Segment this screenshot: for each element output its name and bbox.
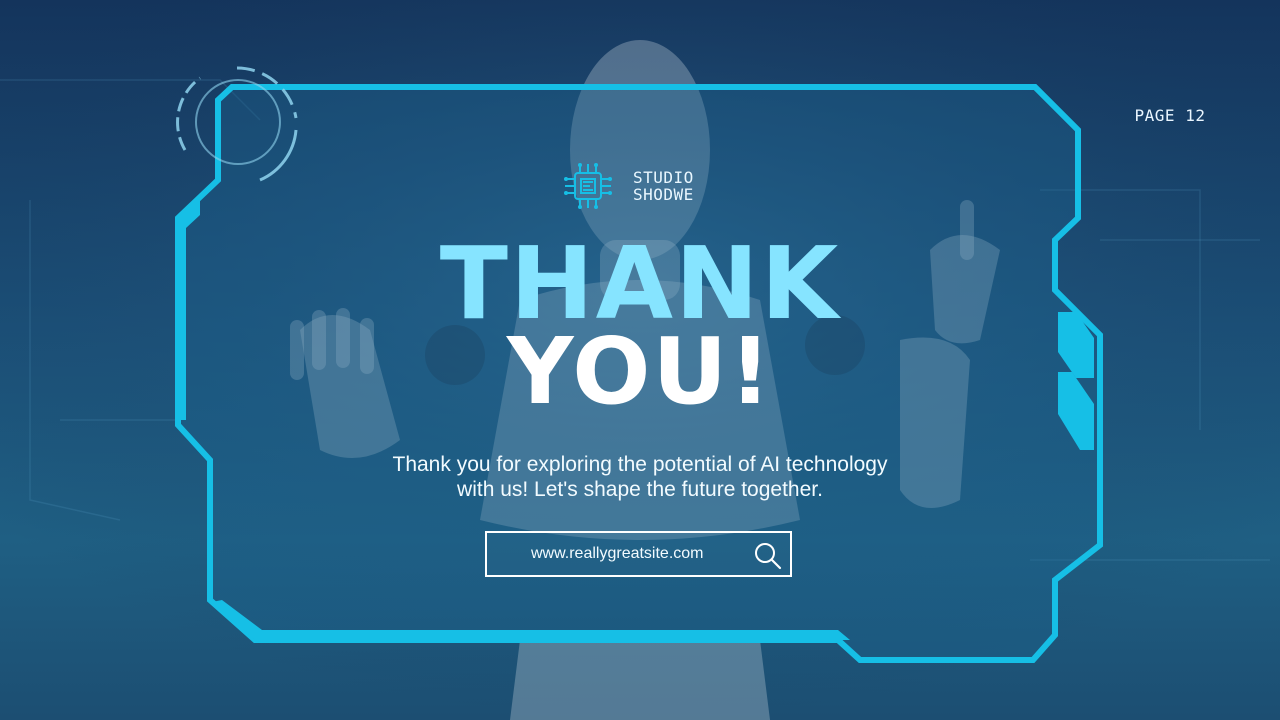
brand-name-line1: STUDIO: [633, 168, 694, 187]
brand-name-line2: SHODWE: [633, 185, 694, 204]
page-number: PAGE 12: [1134, 106, 1206, 125]
body-text: Thank you for exploring the potential of…: [330, 452, 950, 502]
body-line-2: with us! Let's shape the future together…: [457, 478, 823, 501]
search-icon[interactable]: [753, 541, 783, 571]
brand-logo: STUDIO SHODWE: [563, 160, 694, 212]
body-line-1: Thank you for exploring the potential of…: [392, 453, 888, 476]
headline-you: YOU!: [506, 318, 774, 425]
chip-icon: [564, 163, 612, 209]
website-url-text: www.reallygreatsite.com: [531, 545, 704, 562]
website-search-box[interactable]: www.reallygreatsite.com: [485, 531, 792, 577]
